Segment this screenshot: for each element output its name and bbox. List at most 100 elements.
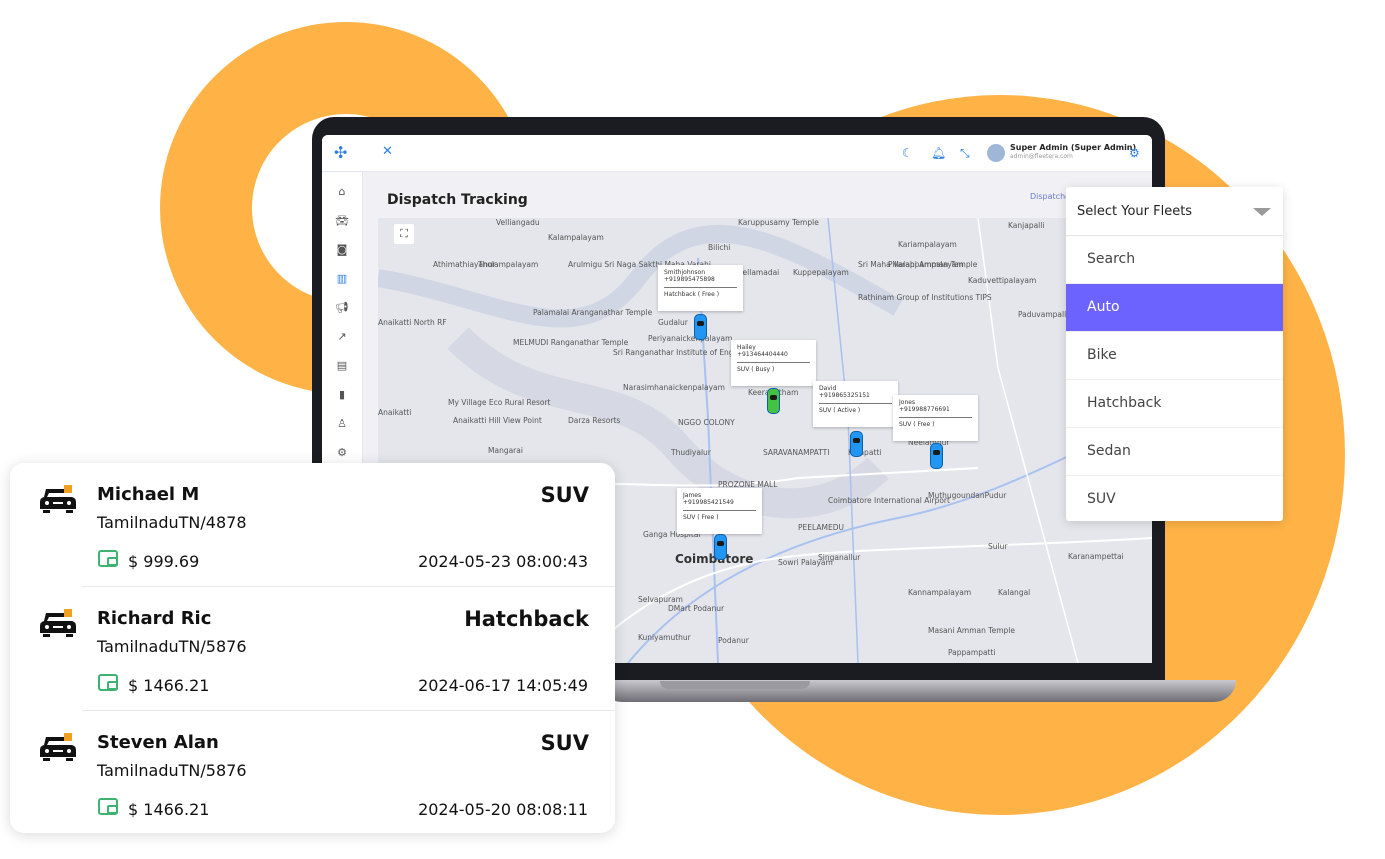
- map-place-label: Periyanaickenpalayam: [648, 334, 733, 343]
- customer-name: Michael M: [97, 484, 200, 505]
- trip-amount: $ 1466.21: [128, 676, 210, 695]
- car-marker-icon[interactable]: [714, 534, 727, 560]
- gear-icon[interactable]: ⚙: [1129, 146, 1140, 160]
- map-place-label: Anaikatti: [378, 408, 412, 417]
- car-marker-icon[interactable]: [930, 443, 943, 469]
- map-place-label: Karanampettai: [1068, 552, 1124, 561]
- fleet-option-search[interactable]: Search: [1066, 236, 1283, 284]
- map-place-label: Velliangadu: [496, 218, 540, 227]
- driver-popup[interactable]: Hailey +913464404440 SUV ( Busy ): [731, 340, 816, 386]
- car-marker-icon[interactable]: [694, 314, 707, 340]
- map-place-label: Kannampalayam: [908, 588, 972, 597]
- laptop-notch: [660, 681, 810, 689]
- invoice-icon[interactable]: ▤: [335, 359, 349, 373]
- close-icon[interactable]: ✕: [382, 144, 393, 159]
- map-place-label: Karuppusamy Temple: [738, 218, 819, 227]
- fleet-select-header[interactable]: Select Your Fleets: [1066, 187, 1283, 236]
- driver-name: David: [819, 385, 837, 392]
- fleet-select-placeholder: Select Your Fleets: [1077, 204, 1193, 219]
- driver-popup[interactable]: Smithjohnson +919895475898 Hatchback ( Fre…: [658, 265, 743, 311]
- driver-name: Hailey: [737, 344, 756, 351]
- map-place-label: Bilichi: [708, 243, 731, 252]
- trip-card[interactable]: Steven Alan TamilnaduTN/5876 SUV $ 1466.…: [10, 711, 615, 835]
- driver-name: James: [683, 492, 702, 499]
- map-place-label: MuthugoundanPudur: [928, 491, 1007, 500]
- divider: [737, 362, 810, 363]
- driver-phone: +919895475898: [664, 276, 715, 283]
- map-place-label: Masani Amman Temple: [928, 626, 1015, 635]
- map-place-label: Thudiyalur: [671, 448, 711, 457]
- user-name[interactable]: Super Admin (Super Admin): [1010, 143, 1136, 152]
- driver-phone: +919988776691: [899, 406, 950, 413]
- driver-popup[interactable]: James +919985421549 SUV ( Free ): [677, 488, 762, 534]
- trip-datetime: 2024-05-23 08:00:43: [418, 552, 588, 571]
- fleet-option-sedan[interactable]: Sedan: [1066, 428, 1283, 476]
- chart-line-icon[interactable]: ↗: [335, 330, 349, 344]
- trip-card[interactable]: Michael M TamilnaduTN/4878 SUV $ 999.69 …: [10, 463, 615, 587]
- megaphone-icon[interactable]: 📢︎: [335, 301, 349, 315]
- fleet-option-bike[interactable]: Bike: [1066, 332, 1283, 380]
- vehicle-plate: TamilnaduTN/5876: [97, 761, 247, 780]
- driver-name: Smithjohnson: [664, 269, 706, 276]
- trip-list: Michael M TamilnaduTN/4878 SUV $ 999.69 …: [10, 463, 615, 833]
- fleet-option-hatchback[interactable]: Hatchback: [1066, 380, 1283, 428]
- car-marker-icon[interactable]: [850, 431, 863, 457]
- car-icon[interactable]: 🚘︎: [335, 214, 349, 228]
- divider: [683, 510, 756, 511]
- map-place-label: Tholampalayam: [478, 260, 539, 269]
- map-place-label: Paduvampalli: [1018, 310, 1069, 319]
- map-place-label: Kuppepalayam: [793, 268, 849, 277]
- map-place-label: DMart Podanur: [668, 604, 725, 613]
- car-icon: [40, 609, 76, 637]
- trip-card[interactable]: Richard Ric TamilnaduTN/5876 Hatchback $…: [10, 587, 615, 711]
- avatar[interactable]: [987, 144, 1005, 162]
- trip-amount: $ 999.69: [128, 552, 200, 571]
- home-icon[interactable]: ⌂: [335, 185, 349, 199]
- map-place-label: Kuniyamuthur: [638, 633, 691, 642]
- divider: [819, 403, 892, 404]
- car-marker-icon[interactable]: [767, 388, 780, 414]
- map-place-label: My Village Eco Rural Resort: [448, 398, 551, 407]
- car-icon: [40, 485, 76, 513]
- map-icon[interactable]: ▥: [335, 272, 349, 286]
- driver-status: SUV ( Free ): [683, 514, 719, 521]
- page-title: Dispatch Tracking: [387, 192, 528, 208]
- bar-chart-icon[interactable]: ▮: [335, 388, 349, 402]
- settings-icon[interactable]: ⚙: [335, 446, 349, 460]
- map-place-label: NGGO COLONY: [678, 418, 735, 427]
- driver-status: SUV ( Busy ): [737, 366, 775, 373]
- bell-icon[interactable]: 🔔︎: [931, 146, 946, 160]
- moon-icon[interactable]: ☾: [902, 146, 913, 160]
- driver-status: SUV ( Free ): [899, 421, 935, 428]
- fleet-select-dropdown[interactable]: Select Your Fleets Search Auto Bike Hatc…: [1066, 187, 1283, 521]
- fleet-option-auto[interactable]: Auto: [1066, 284, 1283, 332]
- map-place-label: Sulur: [988, 542, 1008, 551]
- map-place-label: Pillaiappampalayam: [888, 260, 964, 269]
- map-place-label: Singanallur: [818, 553, 861, 562]
- fullscreen-button[interactable]: ⛶: [394, 224, 414, 244]
- map-place-label: Mangarai: [488, 446, 523, 455]
- trip-datetime: 2024-05-20 08:08:11: [418, 800, 588, 819]
- compress-icon[interactable]: ⤡: [960, 146, 970, 161]
- vehicle-type: Hatchback: [464, 607, 589, 631]
- wallet-icon: [98, 674, 118, 691]
- driver-phone: +913464404440: [737, 351, 788, 358]
- driver-popup[interactable]: David +919865325151 SUV ( Active ): [813, 381, 898, 427]
- chevron-down-icon: [1253, 208, 1271, 216]
- driver-phone: +919985421549: [683, 499, 734, 506]
- map-place-label: Pappampatti: [948, 648, 996, 657]
- user-email: admin@fleetera.com: [1010, 153, 1073, 160]
- fleet-option-suv[interactable]: SUV: [1066, 476, 1283, 524]
- user-pin-icon[interactable]: ♙: [335, 417, 349, 431]
- map-place-label: Kaduvettipalayam: [968, 276, 1037, 285]
- driver-popup[interactable]: Jones +919988776691 SUV ( Free ): [893, 395, 978, 441]
- contact-icon[interactable]: ◙: [335, 243, 349, 257]
- map-place-label: Vellamadai: [738, 268, 780, 277]
- vehicle-type: SUV: [540, 731, 589, 755]
- map-place-label: Rathinam Group of Institutions TIPS: [858, 293, 992, 302]
- map-place-label: MELMUDI Ranganathar Temple: [513, 338, 629, 347]
- map-place-label: Selvapuram: [638, 595, 683, 604]
- map-place-label: Anaikatti Hill View Point: [453, 416, 542, 425]
- divider: [899, 417, 972, 418]
- customer-name: Richard Ric: [97, 608, 212, 629]
